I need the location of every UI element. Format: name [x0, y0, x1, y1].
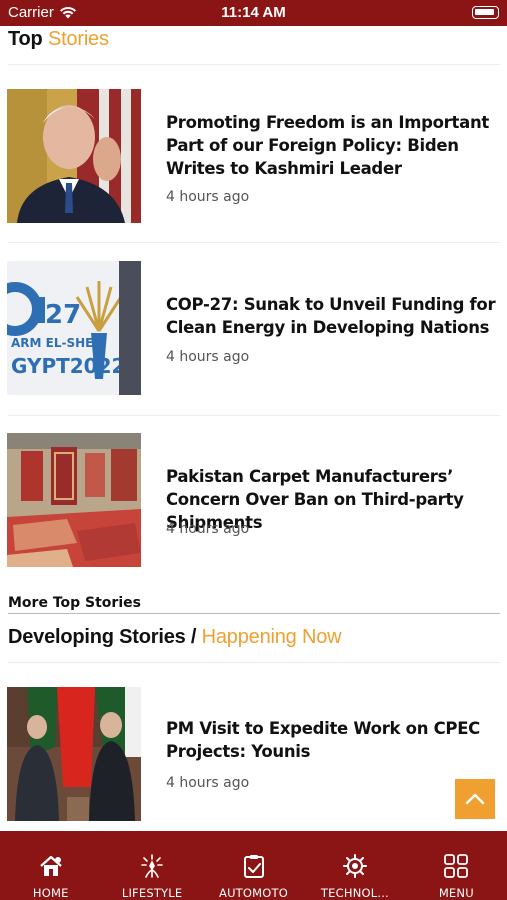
- story-time: 4 hours ago: [166, 521, 250, 537]
- status-bar: Carrier 11:14 AM: [0, 0, 507, 26]
- svg-text:GYPT2022: GYPT2022: [11, 354, 125, 378]
- nav-technology-label: TECHNOL...: [320, 886, 389, 900]
- story-time: 4 hours ago: [166, 189, 250, 205]
- home-icon: [39, 855, 62, 876]
- story-headline[interactable]: PM Visit to Expedite Work on CPEC Projec…: [166, 717, 501, 763]
- automoto-icon: [243, 855, 264, 878]
- story-image-biden: [7, 89, 141, 223]
- story-thumbnail[interactable]: [7, 89, 141, 223]
- battery-icon: [472, 6, 499, 19]
- story-time: 4 hours ago: [166, 775, 250, 791]
- divider: [8, 613, 500, 614]
- nav-home[interactable]: HOME: [0, 831, 101, 900]
- top-stories-heading: Top Stories: [8, 28, 109, 51]
- top-stories-title: Top: [8, 28, 43, 50]
- bottom-nav: HOME LIFESTYLE AUTOMOTO TECHNOL... MENU: [0, 831, 507, 900]
- story-headline[interactable]: COP-27: Sunak to Unveil Funding for Clea…: [166, 293, 501, 339]
- story-thumbnail[interactable]: 27 ARM EL-SHEI GYPT2022: [7, 261, 141, 395]
- story-thumbnail[interactable]: [7, 687, 141, 821]
- more-top-stories-link[interactable]: More Top Stories: [8, 595, 141, 611]
- nav-technology[interactable]: TECHNOL...: [304, 831, 405, 900]
- story-image-cpec: [7, 687, 141, 821]
- top-stories-title-accent: Stories: [47, 28, 109, 50]
- story-headline[interactable]: Promoting Freedom is an Important Part o…: [166, 111, 501, 180]
- story-thumbnail[interactable]: [7, 433, 141, 567]
- divider: [8, 242, 500, 243]
- menu-grid-icon: [444, 854, 469, 878]
- nav-lifestyle-label: LIFESTYLE: [121, 886, 183, 900]
- nav-home-label: HOME: [32, 886, 69, 900]
- nav-lifestyle[interactable]: LIFESTYLE: [101, 831, 202, 900]
- story-card[interactable]: Pakistan Carpet Manufacturers’ Concern O…: [7, 433, 501, 569]
- status-time: 11:14 AM: [221, 4, 286, 21]
- chevron-up-icon: [465, 793, 485, 805]
- svg-text:27: 27: [45, 300, 81, 330]
- story-card[interactable]: Promoting Freedom is an Important Part o…: [7, 89, 501, 225]
- story-time: 4 hours ago: [166, 349, 250, 365]
- nav-automoto-label: AUTOMOTO: [219, 886, 289, 900]
- divider: [8, 415, 500, 416]
- nav-automoto[interactable]: AUTOMOTO: [203, 831, 304, 900]
- svg-text:ARM EL-SHEI: ARM EL-SHEI: [11, 336, 98, 350]
- technology-icon: [342, 854, 367, 878]
- divider: [8, 64, 500, 65]
- happening-now-link[interactable]: Happening Now: [202, 626, 342, 648]
- story-image-carpets: [7, 433, 141, 567]
- nav-menu-label: MENU: [438, 886, 474, 900]
- story-card[interactable]: PM Visit to Expedite Work on CPEC Projec…: [7, 687, 501, 823]
- scroll-to-top-button[interactable]: [455, 779, 495, 819]
- story-card[interactable]: 27 ARM EL-SHEI GYPT2022 COP-27: Sunak to…: [7, 261, 501, 397]
- lifestyle-icon: [141, 854, 163, 878]
- developing-stories-title[interactable]: Developing Stories /: [8, 626, 196, 648]
- nav-menu[interactable]: MENU: [406, 831, 507, 900]
- developing-stories-heading: Developing Stories / Happening Now: [8, 626, 342, 649]
- divider: [8, 662, 500, 663]
- story-image-cop27: 27 ARM EL-SHEI GYPT2022: [7, 261, 141, 395]
